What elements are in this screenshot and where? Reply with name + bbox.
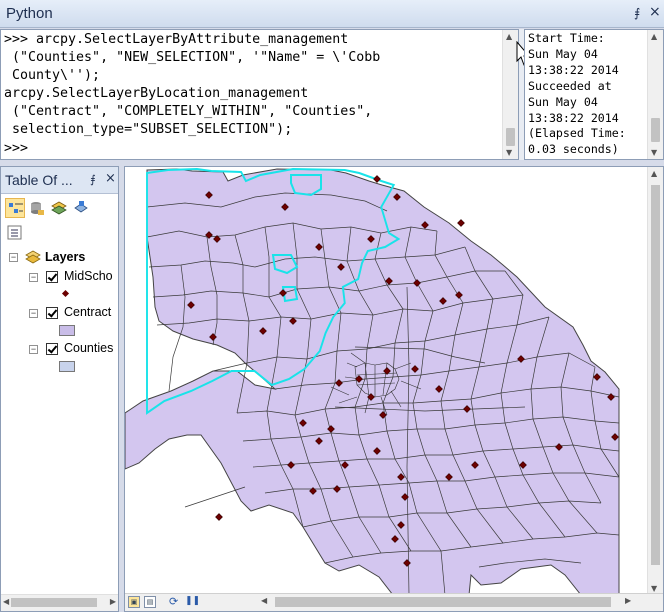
python-input-pane[interactable]: >>> arcpy.SelectLayerByAttribute_managem…: [0, 29, 519, 160]
list-by-source-icon: [31, 202, 44, 215]
list-by-selection-button[interactable]: [71, 198, 91, 218]
toc-horizontal-scrollbar[interactable]: ◀ ▶: [1, 594, 118, 611]
school-point[interactable]: [457, 219, 465, 227]
list-by-drawing-order-button[interactable]: [5, 198, 25, 218]
scroll-up-icon[interactable]: ▲: [651, 32, 657, 41]
output-scrollbar[interactable]: ▲ ▼: [647, 30, 663, 159]
collapse-layer-icon[interactable]: −: [29, 273, 38, 282]
point-symbol[interactable]: [61, 289, 70, 298]
layer-name-centract[interactable]: Centract: [64, 305, 111, 319]
toc-header: Table Of ... ⨎ ×: [1, 167, 118, 194]
pin-icon[interactable]: ⨎: [634, 6, 640, 20]
list-by-drawing-order-icon: [9, 203, 23, 213]
scroll-right-icon[interactable]: ▶: [110, 597, 116, 606]
map-display[interactable]: ▲ ▼ ▣ ▤ ⟳ ❚❚ ◀ ▶: [124, 166, 664, 612]
scroll-down-icon[interactable]: ▼: [506, 148, 512, 157]
layers-group-label[interactable]: Layers: [45, 250, 85, 264]
data-view-button[interactable]: ▣: [128, 596, 140, 608]
python-output-pane: Start Time: Sun May 04 13:38:22 2014 Suc…: [524, 29, 664, 160]
scroll-thumb[interactable]: [651, 118, 660, 142]
map-vertical-scrollbar[interactable]: ▲ ▼: [647, 167, 663, 595]
scroll-thumb[interactable]: [11, 598, 97, 607]
python-output-text: Start Time: Sun May 04 13:38:22 2014 Suc…: [528, 31, 626, 157]
toc-title: Table Of ...: [5, 172, 73, 188]
options-icon: [7, 225, 22, 240]
list-by-selection-icon: [74, 201, 88, 213]
scroll-thumb[interactable]: [275, 597, 611, 607]
scroll-thumb[interactable]: [506, 128, 515, 146]
collapse-layer-icon[interactable]: −: [29, 345, 38, 354]
layer-name-midscho[interactable]: MidScho: [64, 269, 113, 283]
scroll-right-icon[interactable]: ▶: [625, 596, 631, 605]
list-by-visibility-button[interactable]: [49, 198, 69, 218]
pause-drawing-icon[interactable]: ❚❚: [185, 596, 200, 606]
layers-icon: [25, 250, 41, 264]
list-by-visibility-icon: [51, 201, 67, 215]
layer-visibility-checkbox[interactable]: [46, 307, 58, 319]
school-point[interactable]: [373, 175, 381, 183]
school-point[interactable]: [215, 513, 223, 521]
scroll-thumb[interactable]: [651, 185, 660, 565]
layer-visibility-checkbox[interactable]: [46, 271, 58, 283]
scroll-left-icon[interactable]: ◀: [261, 596, 267, 605]
layer-name-counties[interactable]: Counties: [64, 341, 113, 355]
scroll-down-icon[interactable]: ▼: [651, 584, 657, 593]
python-code[interactable]: >>> arcpy.SelectLayerByAttribute_managem…: [1, 30, 518, 158]
map-region-fill: [125, 168, 620, 595]
python-window-titlebar: Python ⨎ ×: [0, 0, 664, 28]
close-icon[interactable]: ×: [105, 171, 116, 186]
map-canvas[interactable]: [125, 167, 647, 595]
options-button[interactable]: [5, 223, 25, 243]
map-status-bar: ▣ ▤ ⟳ ❚❚ ◀ ▶: [125, 593, 663, 611]
window-title: Python: [6, 5, 53, 22]
scroll-down-icon[interactable]: ▼: [651, 148, 657, 157]
list-by-source-button[interactable]: [27, 198, 47, 218]
pin-icon[interactable]: ⨎: [90, 173, 96, 186]
polygon-symbol[interactable]: [59, 361, 75, 372]
table-of-contents: Table Of ... ⨎ × − Layers − MidScho − Ce…: [0, 166, 119, 612]
scroll-left-icon[interactable]: ◀: [3, 597, 9, 606]
scroll-up-icon[interactable]: ▲: [506, 32, 512, 41]
refresh-icon[interactable]: ⟳: [169, 595, 178, 608]
close-icon[interactable]: ×: [649, 4, 661, 20]
collapse-layer-icon[interactable]: −: [29, 309, 38, 318]
layout-view-button[interactable]: ▤: [144, 596, 156, 608]
polygon-symbol[interactable]: [59, 325, 75, 336]
layer-visibility-checkbox[interactable]: [46, 343, 58, 355]
scroll-up-icon[interactable]: ▲: [651, 169, 657, 178]
collapse-layers-icon[interactable]: −: [9, 253, 18, 262]
